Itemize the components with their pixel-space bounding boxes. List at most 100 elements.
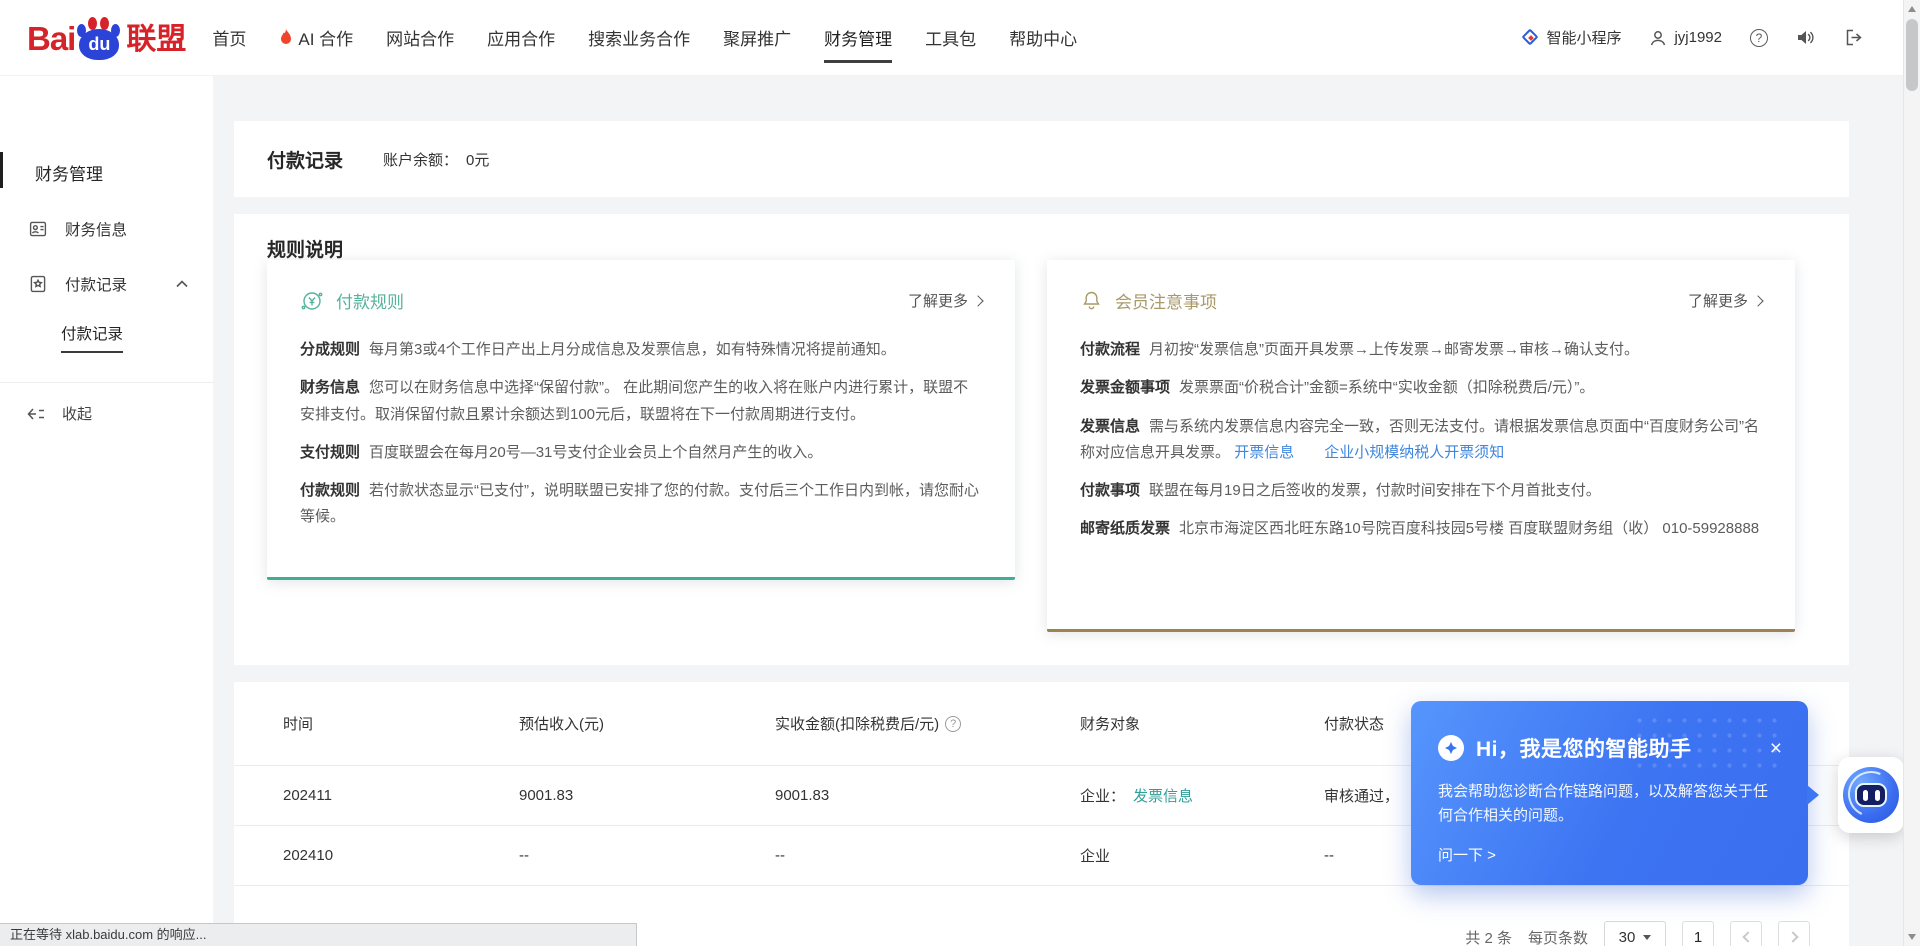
bell-icon: [1080, 289, 1103, 313]
column-header-finance-target: 财务对象: [1080, 713, 1324, 734]
nav-menu: 首页 AI 合作 网站合作 应用合作 搜索业务合作 聚屏推广 财务管理 工具包 …: [212, 0, 1077, 75]
payment-rules-card-header: 付款规则 了解更多: [267, 260, 1015, 313]
coin-icon: [300, 289, 324, 313]
invoice-info-table-link[interactable]: 发票信息: [1133, 788, 1193, 805]
member-notes-card: 会员注意事项 了解更多 付款流程月初按“发票信息”页面开具发票→上传发票→邮寄发…: [1047, 260, 1795, 632]
nav-item-toolkit[interactable]: 工具包: [925, 0, 976, 75]
user-account[interactable]: jyj1992: [1649, 29, 1722, 47]
nav-item-finance[interactable]: 财务管理: [824, 0, 892, 75]
help-icon[interactable]: ?: [1750, 29, 1768, 47]
sidebar-subitem-payment-record[interactable]: 付款记录: [0, 322, 213, 353]
balance-value: 0元: [466, 152, 489, 169]
rules-panel: 规则说明 付款规则 了解更多 分成规则每月第3或4个工作日产出上月分成信息及发票…: [234, 214, 1849, 665]
chevron-left-icon: [1742, 931, 1753, 942]
nav-item-screen-promo[interactable]: 聚屏推广: [723, 0, 791, 75]
vertical-scrollbar[interactable]: [1903, 0, 1920, 946]
compass-icon: [1438, 735, 1464, 761]
scroll-down-arrow-icon[interactable]: [1908, 934, 1916, 940]
small-taxpayer-guide-link[interactable]: 企业小规模纳税人开票须知: [1324, 444, 1504, 461]
scroll-up-arrow-icon[interactable]: [1908, 6, 1916, 12]
chevron-right-icon: [1787, 931, 1798, 942]
cell-actual: --: [775, 847, 1080, 864]
balance-label: 账户余额：: [383, 152, 458, 169]
column-header-actual-amount: 实收金额(扣除税费后/元) ?: [775, 713, 1080, 734]
nav-item-help-center[interactable]: 帮助中心: [1009, 0, 1077, 75]
rule-item: 发票金额事项发票票面“价税合计”金额=系统中“实收金额（扣除税费后/元）”。: [1080, 375, 1762, 401]
member-notes-more-link[interactable]: 了解更多: [1688, 290, 1762, 311]
chevron-up-icon[interactable]: [175, 279, 189, 289]
cell-estimated: --: [519, 847, 775, 864]
page-title: 付款记录: [267, 146, 343, 173]
nav-item-website[interactable]: 网站合作: [386, 0, 454, 75]
baidu-paw-icon: du: [76, 15, 122, 61]
username: jyj1992: [1674, 29, 1722, 46]
cell-estimated: 9001.83: [519, 787, 775, 804]
sidebar-item-label: 财务信息: [65, 218, 127, 240]
sidebar-title: 财务管理: [0, 160, 213, 185]
baidu-union-logo[interactable]: Bai du 联盟: [27, 15, 186, 61]
mini-program-icon: [1522, 29, 1539, 46]
logo-text-du: du: [79, 29, 119, 60]
cell-target: 企业：发票信息: [1080, 785, 1324, 806]
speaker-icon[interactable]: [1796, 28, 1816, 47]
column-help-icon[interactable]: ?: [945, 716, 961, 732]
assistant-robot-button[interactable]: [1838, 757, 1904, 833]
rule-item: 分成规则每月第3或4个工作日产出上月分成信息及发票信息，如有特殊情况将提前通知。: [300, 337, 982, 363]
finance-info-icon: [28, 219, 48, 239]
rule-item: 付款规则若付款状态显示“已支付”，说明联盟已安排了您的付款。支付后三个工作日内到…: [300, 478, 982, 531]
logo-text-bai: Bai: [27, 17, 75, 61]
rule-item: 财务信息您可以在财务信息中选择“保留付款”。 在此期间您产生的收入将在账户内进行…: [300, 375, 982, 428]
nav-item-home[interactable]: 首页: [212, 0, 246, 75]
cell-actual: 9001.83: [775, 787, 1080, 804]
per-page-select[interactable]: 30: [1604, 921, 1666, 946]
next-page-button[interactable]: [1778, 921, 1810, 946]
nav-item-search-business[interactable]: 搜索业务合作: [588, 0, 690, 75]
collapse-icon: [26, 406, 46, 422]
rule-item: 支付规则百度联盟会在每月20号—31号支付企业会员上个自然月产生的收入。: [300, 440, 982, 466]
invoice-info-link[interactable]: 开票信息: [1234, 444, 1294, 461]
page-number-button[interactable]: 1: [1682, 921, 1714, 946]
member-notes-body: 付款流程月初按“发票信息”页面开具发票→上传发票→邮寄发票→审核→确认支付。 发…: [1047, 313, 1795, 543]
rule-item: 邮寄纸质发票北京市海淀区西北旺东路10号院百度科技园5号楼 百度联盟财务组（收）…: [1080, 516, 1762, 542]
rules-section-title: 规则说明: [234, 214, 1849, 262]
cell-time: 202410: [283, 847, 519, 864]
nav-item-app[interactable]: 应用合作: [487, 0, 555, 75]
flame-icon: [279, 29, 293, 46]
nav-item-ai[interactable]: AI 合作: [279, 0, 353, 75]
per-page-label: 每页条数: [1528, 927, 1588, 946]
member-notes-title: 会员注意事项: [1115, 288, 1217, 313]
nav-right-tools: 智能小程序 jyj1992 ?: [1522, 27, 1864, 48]
assistant-title: Hi，我是您的智能助手: [1476, 733, 1692, 763]
page-header-card: 付款记录 账户余额： 0元: [234, 121, 1849, 197]
sidebar-collapse-button[interactable]: 收起: [0, 403, 213, 424]
close-icon[interactable]: ×: [1770, 738, 1782, 759]
logout-icon[interactable]: [1844, 28, 1864, 47]
payment-rules-body: 分成规则每月第3或4个工作日产出上月分成信息及发票信息，如有特殊情况将提前通知。…: [267, 313, 1015, 531]
scrollbar-thumb[interactable]: [1906, 19, 1918, 91]
assistant-popup: Hi，我是您的智能助手 × 我会帮助您诊断合作链路问题，以及解答您关于任何合作相…: [1411, 701, 1808, 885]
payment-rules-more-link[interactable]: 了解更多: [908, 290, 982, 311]
chevron-down-icon: [1643, 935, 1651, 940]
column-header-estimated-income: 预估收入(元): [519, 713, 775, 734]
mini-program-link[interactable]: 智能小程序: [1522, 27, 1621, 48]
account-balance: 账户余额： 0元: [383, 149, 489, 170]
rule-item: 发票信息需与系统内发票信息内容完全一致，否则无法支付。请根据发票信息页面中“百度…: [1080, 414, 1762, 467]
payment-rules-card: 付款规则 了解更多 分成规则每月第3或4个工作日产出上月分成信息及发票信息，如有…: [267, 260, 1015, 580]
rule-item: 付款流程月初按“发票信息”页面开具发票→上传发票→邮寄发票→审核→确认支付。: [1080, 337, 1762, 363]
payment-rules-title: 付款规则: [336, 288, 404, 313]
prev-page-button[interactable]: [1730, 921, 1762, 946]
sidebar-item-finance-info[interactable]: 财务信息: [0, 218, 213, 240]
assistant-header: Hi，我是您的智能助手 ×: [1411, 701, 1808, 763]
sidebar-item-label: 付款记录: [65, 273, 127, 295]
member-notes-card-header: 会员注意事项 了解更多: [1047, 260, 1795, 313]
page-root: Bai du 联盟 首页 AI 合作 网站合作 应用合作 搜索业务合作 聚屏推广…: [0, 0, 1920, 946]
sidebar-item-payment-record[interactable]: 付款记录: [0, 273, 213, 295]
robot-icon: [1843, 767, 1899, 823]
sidebar-divider: [0, 382, 213, 383]
column-header-time: 时间: [283, 713, 519, 734]
browser-status-bar: 正在等待 xlab.baidu.com 的响应...: [0, 923, 637, 946]
payment-record-icon: [28, 274, 48, 294]
logo-text-union: 联盟: [126, 19, 186, 61]
sidebar: 财务管理 财务信息 付款记录 付款记录: [0, 76, 213, 946]
ask-now-link[interactable]: 问一下 >: [1411, 829, 1808, 865]
